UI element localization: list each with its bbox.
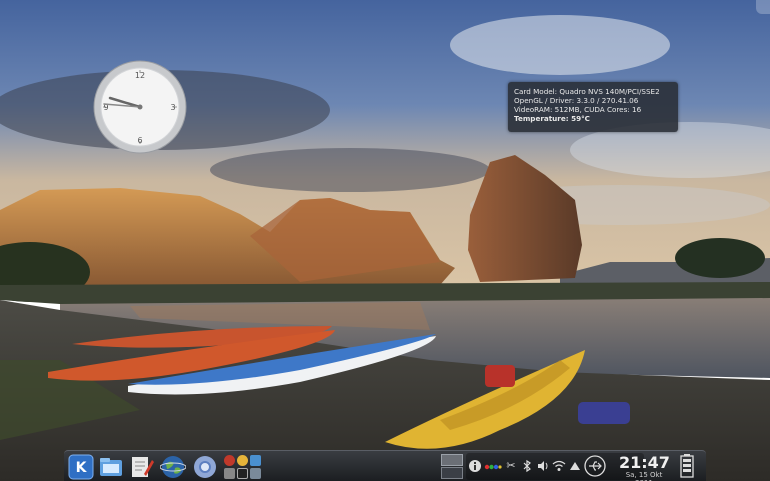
kde-globe-icon[interactable] — [159, 454, 187, 480]
scissors-icon[interactable]: ✂ — [504, 459, 518, 473]
desktop-toolbox-corner[interactable] — [756, 0, 770, 14]
mail-icon[interactable] — [250, 455, 261, 466]
gpu-opengl-driver: OpenGL / Driver: 3.3.0 / 270.41.06 — [514, 96, 639, 105]
clock-numeral-6: 6 — [137, 136, 142, 145]
kde-menu-icon[interactable]: K — [68, 454, 94, 480]
clock-numeral-3: 3 — [170, 103, 175, 112]
volume-icon[interactable] — [536, 459, 550, 473]
digital-clock-time[interactable]: 21:47 — [619, 453, 670, 472]
color-dots-icon[interactable] — [484, 459, 502, 473]
analog-clock-widget[interactable]: 12 3 6 9 — [93, 60, 187, 154]
usb-icon[interactable] — [584, 455, 606, 477]
info-icon[interactable] — [468, 459, 482, 473]
file-manager-icon[interactable] — [98, 454, 124, 480]
pager-desktop-1[interactable] — [441, 454, 463, 466]
opera-icon[interactable] — [224, 455, 235, 466]
svg-text:K: K — [76, 460, 88, 476]
chat-icon[interactable] — [237, 455, 248, 466]
gpu-info-tooltip: Card Model: Quadro NVS 140M/PCI/SSE2 Ope… — [508, 82, 678, 132]
clock-face: 12 3 6 9 — [93, 60, 187, 154]
battery-icon[interactable] — [680, 454, 694, 478]
clock-numeral-12: 12 — [135, 71, 145, 80]
gpu-videoram: VideoRAM: 512MB, CUDA Cores: 16 — [514, 105, 642, 114]
gpu-temperature: Temperature: 59°C — [514, 114, 590, 123]
desktop: 12 3 6 9 Card Model: Quadro NVS 140M/PCI… — [0, 0, 770, 481]
settings-icon[interactable] — [250, 468, 261, 479]
chromium-icon[interactable] — [192, 454, 218, 480]
up-arrow-icon[interactable] — [568, 459, 582, 473]
wifi-icon[interactable] — [552, 459, 566, 473]
digital-clock-date[interactable]: Sa, 15 Okt 2011 — [616, 471, 672, 481]
pager-desktop-2[interactable] — [441, 467, 463, 479]
taskbar-panel: K ✂ 21:47 Sa, 15 Okt — [64, 450, 706, 481]
text-editor-icon[interactable] — [128, 454, 154, 480]
network-icon[interactable] — [224, 468, 235, 479]
terminal-icon[interactable] — [237, 468, 248, 479]
bluetooth-icon[interactable] — [520, 459, 534, 473]
gpu-card-model: Card Model: Quadro NVS 140M/PCI/SSE2 — [514, 87, 660, 96]
app-grid-icons[interactable] — [222, 454, 262, 480]
